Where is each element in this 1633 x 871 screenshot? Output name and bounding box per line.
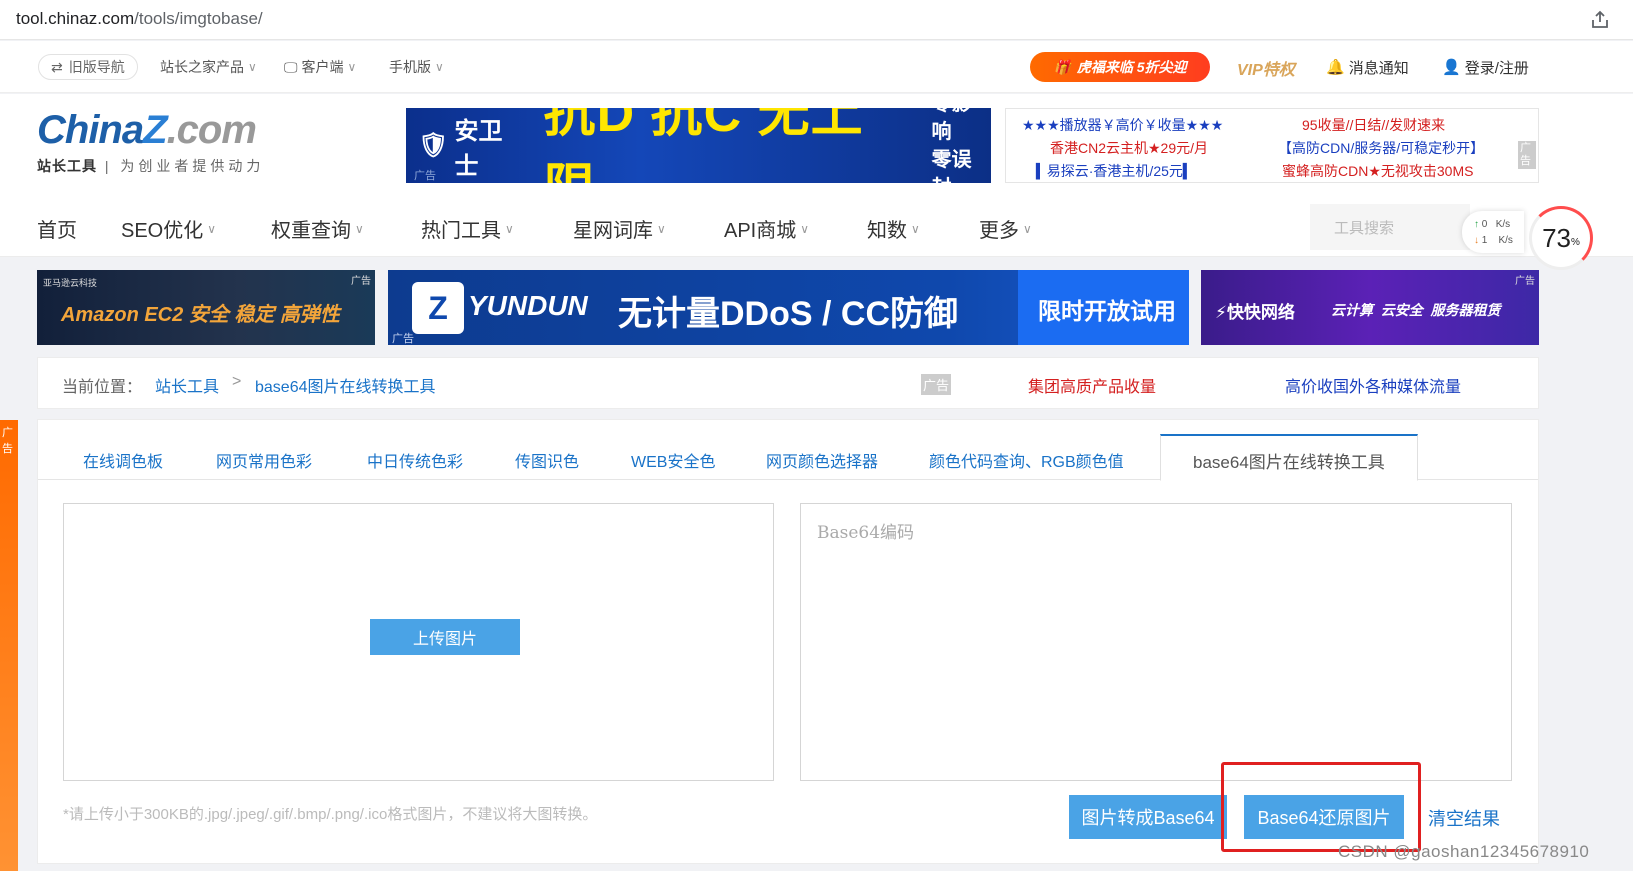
tool-search-input[interactable]: 工具搜索: [1310, 204, 1470, 250]
nav-weight[interactable]: 权重查询 ∨: [271, 214, 364, 243]
bell-icon: 🔔: [1326, 59, 1345, 76]
nav-hot-tools[interactable]: 热门工具 ∨: [421, 214, 514, 243]
yundun-logo-icon: Z: [412, 282, 464, 334]
logo-slogan: 站长工具 | 为创业者提供动力: [37, 158, 265, 174]
upload-hint: *请上传小于300KB的.jpg/.jpeg/.gif/.bmp/.png/.i…: [63, 806, 598, 823]
breadcrumb: 当前位置： 站长工具 > base64图片在线转换工具 广告 集团高质产品收量 …: [37, 357, 1539, 409]
client-menu[interactable]: 🖵 客户端 ∨: [284, 55, 356, 79]
chevron-down-icon: ∨: [355, 221, 364, 236]
chevron-down-icon: ∨: [248, 60, 257, 74]
top-utility-bar: ⇄ 旧版导航 站长之家产品 ∨ 🖵 客户端 ∨ 手机版 ∨ 🎁 虎福来临 5折尖迎 VIP特…: [0, 41, 1633, 93]
ad-banner-amazon[interactable]: 亚马逊云科技 Amazon EC2 安全 稳定 高弹性 广告: [37, 270, 375, 345]
tab-color-code-query[interactable]: 颜色代码查询、RGB颜色值: [929, 448, 1124, 472]
nav-zhishu[interactable]: 知数 ∨: [867, 214, 920, 243]
breadcrumb-home-link[interactable]: 站长工具: [155, 373, 219, 397]
tab-traditional-colors[interactable]: 中日传统色彩: [367, 448, 463, 472]
vip-link[interactable]: VIP特权: [1237, 56, 1295, 80]
text-ad[interactable]: 集团高质产品收量: [1028, 373, 1156, 397]
products-menu[interactable]: 站长之家产品 ∨: [160, 55, 257, 79]
shield-icon: 🛡: [418, 132, 449, 159]
old-nav-button[interactable]: ⇄ 旧版导航: [38, 54, 138, 80]
mobile-menu[interactable]: 手机版 ∨: [389, 55, 444, 79]
chevron-down-icon: ∨: [657, 221, 666, 236]
arrow-up-icon: ↑: [1474, 219, 1479, 230]
promo-badge[interactable]: 🎁 虎福来临 5折尖迎: [1030, 52, 1210, 82]
tab-web-safe-colors[interactable]: WEB安全色: [631, 448, 715, 472]
text-ad[interactable]: ▍易探云·香港主机/25元▍: [1036, 161, 1194, 181]
image-upload-area[interactable]: 上传图片: [63, 503, 774, 781]
monitor-icon: 🖵: [284, 58, 298, 75]
tab-color-selector[interactable]: 网页颜色选择器: [766, 448, 878, 472]
ad-banner-kuaikuai[interactable]: ⚡快快网络 云计算 云安全 服务器租赁 广告: [1201, 270, 1539, 345]
chevron-down-icon: ∨: [800, 221, 810, 236]
tab-image-color-picker[interactable]: 传图识色: [515, 448, 579, 472]
chevron-down-icon: ∨: [347, 60, 357, 74]
share-icon[interactable]: [1588, 8, 1612, 32]
watermark: CSDN @gaoshan12345678910: [1338, 842, 1590, 861]
notify-link[interactable]: 🔔 消息通知: [1326, 55, 1409, 79]
nav-api[interactable]: API商城 ∨: [724, 214, 809, 243]
text-ad[interactable]: ★★★播放器￥高价￥收量★★★: [1022, 115, 1223, 135]
address-bar[interactable]: tool.chinaz.com/tools/imgtobase/: [0, 0, 1633, 40]
base64-textarea[interactable]: Base64编码: [800, 503, 1512, 781]
tab-web-colors[interactable]: 网页常用色彩: [216, 448, 312, 472]
arrow-down-icon: ↓: [1474, 235, 1479, 246]
text-ads: ★★★播放器￥高价￥收量★★★ 香港CN2云主机★29元/月 ▍易探云·香港主机…: [1005, 108, 1539, 183]
text-ad[interactable]: 高价收国外各种媒体流量: [1285, 373, 1461, 397]
swap-icon: ⇄: [51, 58, 63, 75]
login-link[interactable]: 👤 登录/注册: [1442, 55, 1529, 79]
nav-home[interactable]: 首页: [37, 214, 77, 243]
ad-banner-yundun[interactable]: Z YUNDUN 无计量DDoS / CC防御 限时开放试用 广告: [388, 270, 1189, 345]
text-ad[interactable]: 【高防CDN/服务器/可稳定秒开】: [1278, 138, 1484, 158]
performance-meter[interactable]: 73%: [1529, 206, 1593, 270]
clear-result-button[interactable]: 清空结果: [1428, 805, 1500, 831]
upload-image-button[interactable]: 上传图片: [370, 619, 520, 655]
tab-color-palette[interactable]: 在线调色板: [83, 448, 163, 472]
breadcrumb-current[interactable]: base64图片在线转换工具: [255, 373, 436, 397]
text-ad[interactable]: 香港CN2云主机★29元/月: [1050, 138, 1208, 158]
chevron-down-icon: ∨: [435, 60, 444, 74]
highlight-box: [1221, 762, 1421, 852]
text-ad[interactable]: 95收量//日结//发财速来: [1302, 115, 1445, 135]
chevron-down-icon: ∨: [207, 221, 217, 236]
network-speed-widget: ↑ 0 K/s ↓ 1 K/s: [1462, 211, 1524, 253]
text-ad[interactable]: 蜜蜂高防CDN★无视攻击30MS: [1282, 161, 1473, 181]
nav-thesaurus[interactable]: 星网词库 ∨: [573, 214, 666, 243]
kuaikuai-logo-icon: ⚡: [1215, 303, 1227, 322]
nav-seo[interactable]: SEO优化 ∨: [121, 214, 216, 243]
ad-banner-anweishi[interactable]: 🛡安卫士 抗D 抗C 无上限 零影响零误封 广告: [406, 108, 991, 183]
chevron-down-icon: ∨: [911, 221, 920, 236]
tab-base64-image[interactable]: base64图片在线转换工具: [1160, 434, 1418, 481]
url-text[interactable]: tool.chinaz.com/tools/imgtobase/: [16, 9, 263, 29]
nav-more[interactable]: 更多 ∨: [979, 214, 1032, 243]
gift-icon: 🎁: [1053, 58, 1071, 75]
tool-tabs: 在线调色板 网页常用色彩 中日传统色彩 传图识色 WEB安全色 网页颜色选择器 …: [38, 434, 1538, 481]
chevron-down-icon: ∨: [1023, 221, 1032, 236]
logo[interactable]: ChinaZ.com: [37, 108, 257, 153]
side-ad-stripe[interactable]: 广告: [0, 420, 18, 871]
user-icon: 👤: [1442, 59, 1461, 76]
chevron-down-icon: ∨: [505, 221, 514, 236]
image-to-base64-button[interactable]: 图片转成Base64: [1069, 795, 1227, 839]
